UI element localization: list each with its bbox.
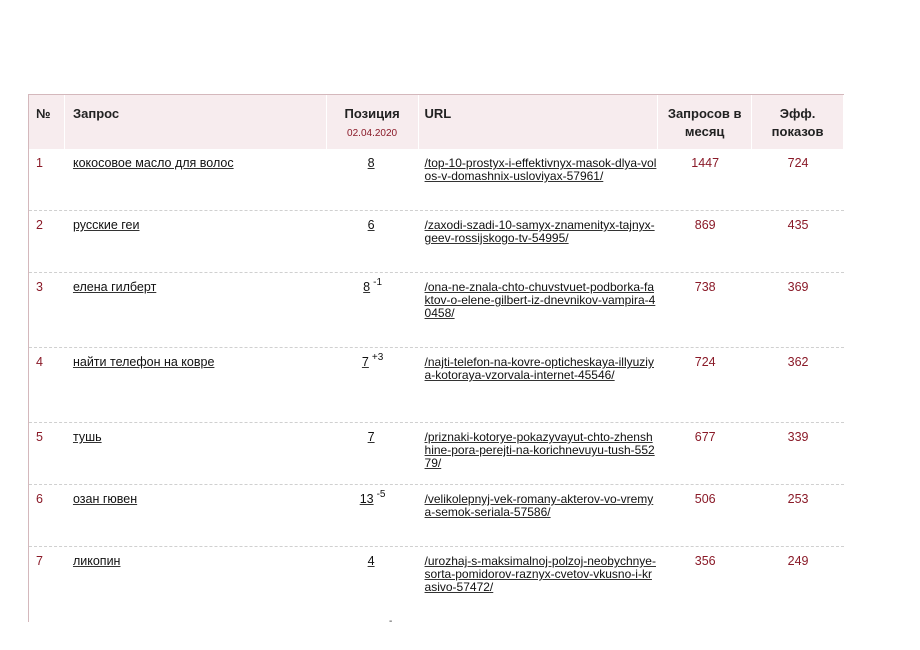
- table-row: 1 кокосовое масло для волос 8 /top-10-pr…: [29, 149, 844, 211]
- position-link[interactable]: 7: [368, 430, 375, 444]
- position-delta: +3: [371, 352, 384, 363]
- row-num: 5: [36, 430, 43, 444]
- query-link[interactable]: русские геи: [73, 218, 140, 232]
- table-row: 5 тушь 7 /priznaki-kotorye-pokazyvayut-c…: [29, 423, 844, 485]
- requests-value: 506: [694, 492, 716, 506]
- query-link[interactable]: найти телефон на ковре: [73, 355, 214, 369]
- table-row: 2 русские геи 6 /zaxodi-szadi-10-samyx-z…: [29, 211, 844, 273]
- query-link[interactable]: елена гилберт: [73, 280, 156, 294]
- query-link[interactable]: озан гювен: [73, 492, 137, 506]
- query-link[interactable]: тушь: [73, 430, 102, 444]
- url-link[interactable]: /top-10-prostyx-i-effektivnyx-masok-dlya…: [425, 157, 659, 183]
- url-link[interactable]: /zaxodi-szadi-10-samyx-znamenityx-tajnyx…: [425, 219, 659, 245]
- url-link[interactable]: /velikolepnyj-vek-romany-akterov-vo-vrem…: [425, 493, 659, 519]
- header-position-date: 02.04.2020: [347, 128, 398, 139]
- effective-value: 435: [787, 218, 809, 232]
- row-num: 2: [36, 218, 43, 232]
- requests-value: 677: [694, 430, 716, 444]
- query-link[interactable]: ликопин: [73, 554, 121, 568]
- url-link[interactable]: /ona-ne-znala-chto-chuvstvuet-podborka-f…: [425, 281, 659, 320]
- seo-queries-table: № Запрос Позиция 02.04.2020 URL Запросов…: [28, 94, 844, 622]
- table-row: 6 озан гювен 13 -5 /velikolepnyj-vek-roma…: [29, 485, 844, 547]
- query-link[interactable]: кокосовое масло для волос: [73, 156, 234, 170]
- position-link[interactable]: 8: [368, 156, 375, 170]
- position-link[interactable]: 7: [362, 355, 369, 369]
- url-link[interactable]: /najti-telefon-na-kovre-opticheskaya-ill…: [425, 356, 659, 382]
- header-num: №: [29, 95, 65, 149]
- effective-value: 362: [787, 355, 809, 369]
- table-row: 7 ликопин 4 /urozhaj-s-maksimalnoj-polzo…: [29, 547, 844, 622]
- header-url: URL: [419, 95, 659, 149]
- requests-value: 869: [694, 218, 716, 232]
- requests-value: 738: [694, 280, 716, 294]
- requests-value: 356: [694, 554, 716, 568]
- effective-value: 724: [787, 156, 809, 170]
- url-link[interactable]: /priznaki-kotorye-pokazyvayut-chto-zhens…: [425, 431, 659, 470]
- position-link[interactable]: 8: [363, 280, 370, 294]
- effective-value: 339: [787, 430, 809, 444]
- position-link[interactable]: 4: [368, 554, 375, 568]
- header-position-label: Позиция: [344, 106, 400, 121]
- position-link[interactable]: 13: [360, 492, 374, 506]
- table-header: № Запрос Позиция 02.04.2020 URL Запросов…: [29, 95, 844, 149]
- effective-value: 369: [787, 280, 809, 294]
- row-num: 3: [36, 280, 43, 294]
- header-query: Запрос: [65, 95, 327, 149]
- table-row: 4 найти телефон на ковре 7 +3 /najti-tele…: [29, 348, 844, 423]
- header-position: Позиция 02.04.2020: [327, 95, 419, 149]
- table-body: 1 кокосовое масло для волос 8 /top-10-pr…: [29, 149, 844, 622]
- requests-value: 1447: [691, 156, 720, 170]
- position-delta: -5: [376, 489, 386, 500]
- truncated-row-mark: -: [389, 616, 393, 627]
- header-requests: Запросов в месяц: [658, 95, 753, 149]
- url-link[interactable]: /urozhaj-s-maksimalnoj-polzoj-neobychnye…: [425, 555, 659, 594]
- row-num: 4: [36, 355, 43, 369]
- row-num: 7: [36, 554, 43, 568]
- table-row: 3 елена гилберт 8 -1 /ona-ne-znala-chto-c…: [29, 273, 844, 348]
- effective-value: 249: [787, 554, 809, 568]
- position-link[interactable]: 6: [368, 218, 375, 232]
- row-num: 1: [36, 156, 43, 170]
- position-delta: -1: [373, 277, 383, 288]
- requests-value: 724: [694, 355, 716, 369]
- row-num: 6: [36, 492, 43, 506]
- effective-value: 253: [787, 492, 809, 506]
- header-effective: Эфф. показов: [752, 95, 844, 149]
